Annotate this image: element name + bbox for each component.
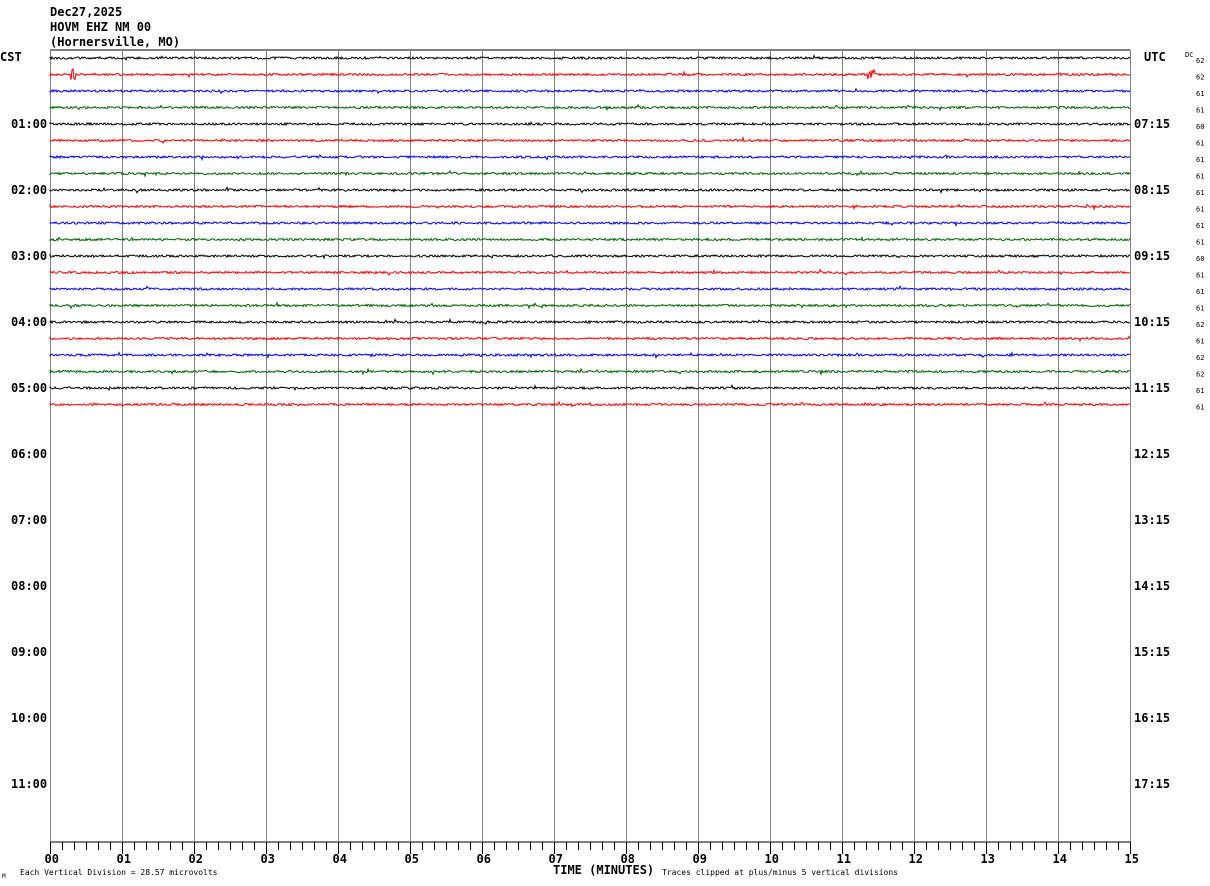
x-tick-label: 05 [405,852,419,866]
dc-offset-value: 62 [1196,57,1204,65]
cst-hour-label: 02:00 [11,183,47,197]
utc-hour-label: 13:15 [1134,513,1170,527]
dc-offset-value: 61 [1196,338,1204,346]
dc-offset-value: 62 [1196,74,1204,82]
dc-offset-value: 61 [1196,288,1204,296]
seismic-trace [49,136,1131,144]
dc-offset-value: 61 [1196,272,1204,280]
x-tick-label: 08 [621,852,635,866]
dc-offset-value: 61 [1196,156,1204,164]
utc-hour-label: 17:15 [1134,777,1170,791]
utc-hour-label: 08:15 [1134,183,1170,197]
x-axis-title: TIME (MINUTES) [553,863,654,877]
seismic-trace [49,268,1131,277]
seismic-trace [49,154,1131,162]
cst-hour-label: 04:00 [11,315,47,329]
cst-hour-label: 08:00 [11,579,47,593]
utc-hour-label: 14:15 [1134,579,1170,593]
dc-offset-value: 61 [1196,140,1204,148]
clip-note: Traces clipped at plus/minus 5 vertical … [662,868,898,877]
x-tick-label: 14 [1053,852,1067,866]
cst-hour-label: 05:00 [11,381,47,395]
dc-offset-value: 62 [1196,371,1204,379]
x-tick-label: 00 [45,852,59,866]
dc-offset-value: 61 [1196,222,1204,230]
seismic-trace [49,317,1131,326]
utc-hour-label: 16:15 [1134,711,1170,725]
x-tick-label: 04 [333,852,347,866]
seismic-trace [49,367,1131,377]
seismic-trace [49,253,1130,260]
seismic-trace [49,103,1131,112]
seismic-trace [49,301,1131,310]
dc-offset-value: 61 [1196,189,1204,197]
cst-hour-label: 03:00 [11,249,47,263]
dc-offset-value: 62 [1196,354,1204,362]
dc-offset-value: 61 [1196,173,1204,181]
seismic-trace [49,351,1131,360]
x-tick-label: 02 [189,852,203,866]
dc-offset-value: 61 [1196,239,1204,247]
x-tick-label: 03 [261,852,275,866]
seismic-trace [49,400,1130,408]
x-tick-label: 01 [117,852,131,866]
utc-hour-label: 11:15 [1134,381,1170,395]
x-tick-label: 13 [981,852,995,866]
cst-hour-label: 01:00 [11,117,47,131]
x-tick-label: 12 [909,852,923,866]
seismic-trace [49,67,1131,81]
seismic-trace [49,169,1131,178]
vertical-division-note: Each Vertical Division = 28.57 microvolt… [20,868,218,877]
seismic-trace [49,220,1131,228]
utc-hour-label: 07:15 [1134,117,1170,131]
cst-hour-label: 09:00 [11,645,47,659]
x-tick-label: 09 [693,852,707,866]
seismic-trace [49,121,1131,127]
seismic-trace [49,54,1131,62]
dc-offset-value: 61 [1196,387,1204,395]
cst-hour-label: 06:00 [11,447,47,461]
cst-hour-label: 11:00 [11,777,47,791]
dc-label: DC [1185,51,1193,59]
dc-offset-value: 61 [1196,404,1204,412]
dc-offset-value: 62 [1196,321,1204,329]
x-tick-label: 10 [765,852,779,866]
utc-hour-label: 09:15 [1134,249,1170,263]
dc-offset-value: 61 [1196,206,1204,214]
x-tick-label: 15 [1125,852,1139,866]
cst-hour-label: 07:00 [11,513,47,527]
helicorder-plot: CST UTC DC TIME (MINUTES) Each Vertical … [0,49,1204,880]
seismic-trace [49,203,1131,212]
x-tick-label: 07 [549,852,563,866]
dc-offset-value: 61 [1196,107,1204,115]
cst-axis-label: CST [0,50,22,64]
seismic-trace [49,87,1131,95]
seismic-trace [49,236,1131,242]
corner-mark: M [2,873,6,880]
seismic-trace [49,186,1131,195]
utc-hour-label: 12:15 [1134,447,1170,461]
utc-hour-label: 10:15 [1134,315,1170,329]
x-tick-label: 06 [477,852,491,866]
dc-offset-value: 60 [1196,123,1204,131]
dc-offset-value: 60 [1196,255,1204,263]
utc-axis-label: UTC [1144,50,1166,64]
seismic-trace [49,335,1131,343]
dc-offset-value: 61 [1196,305,1204,313]
dc-offset-value: 61 [1196,90,1204,98]
seismic-trace [49,384,1131,392]
utc-hour-label: 15:15 [1134,645,1170,659]
x-tick-label: 11 [837,852,851,866]
cst-hour-label: 10:00 [11,711,47,725]
seismic-trace [49,285,1131,292]
